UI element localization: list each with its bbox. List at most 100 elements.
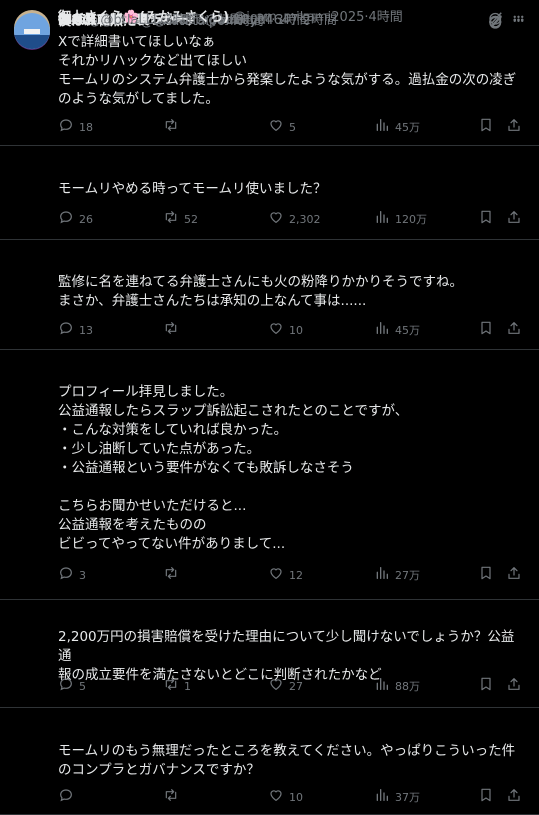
post-header: IIIIiiK @btlaLLL·3時間 bbox=[58, 12, 469, 30]
reply-feed: 海人 @allexs05327873·3時間 ••• Xで詳細書いてほしいなぁ それ… bbox=[0, 0, 539, 815]
bookmark-button[interactable] bbox=[478, 211, 494, 229]
views-button[interactable]: 45万 bbox=[374, 119, 420, 137]
bookmark-icon bbox=[478, 787, 494, 809]
bookmark-button[interactable] bbox=[478, 567, 494, 585]
share-upload-icon bbox=[506, 565, 522, 587]
reply-button[interactable]: 26 bbox=[58, 211, 93, 229]
replie-count: 13 bbox=[79, 324, 93, 337]
post-text: モームリやめる時ってモームリ使いました？ bbox=[58, 181, 327, 197]
action-bar: 13 10 45万 bbox=[58, 322, 528, 340]
share-button[interactable] bbox=[506, 119, 522, 137]
reply-button[interactable]: 3 bbox=[58, 567, 86, 585]
share-upload-icon bbox=[506, 117, 522, 139]
repost-arrows-icon bbox=[163, 320, 179, 342]
reply-post[interactable]: IIIIiiK @btlaLLL·3時間 ••• モームリのもう無理だったところを教… bbox=[0, 13, 539, 815]
post-text: モームリのもう無理だったところを教えてください。やっぱりこういった件 のコンプラ… bbox=[58, 743, 516, 778]
action-bar: 10 37万 bbox=[58, 789, 528, 807]
bookmark-icon bbox=[478, 209, 494, 231]
speech-bubble-icon bbox=[58, 209, 74, 231]
avatar[interactable] bbox=[14, 13, 50, 49]
like-button[interactable]: 10 bbox=[268, 322, 303, 340]
repost-button[interactable]: 52 bbox=[163, 211, 198, 229]
reply-button[interactable]: 5 bbox=[58, 678, 86, 696]
speech-bubble-icon bbox=[58, 320, 74, 342]
bar-chart-icon bbox=[374, 320, 390, 342]
like-count: 5 bbox=[289, 121, 296, 134]
share-upload-icon bbox=[506, 320, 522, 342]
bookmark-icon bbox=[478, 565, 494, 587]
bar-chart-icon bbox=[374, 117, 390, 139]
views-button[interactable]: 45万 bbox=[374, 322, 420, 340]
views-button[interactable]: 120万 bbox=[374, 211, 427, 229]
replie-count: 3 bbox=[79, 569, 86, 582]
heart-icon bbox=[268, 676, 284, 698]
views-button[interactable]: 88万 bbox=[374, 678, 420, 696]
timestamp[interactable]: 3時間 bbox=[164, 13, 198, 28]
reply-button[interactable]: 13 bbox=[58, 322, 93, 340]
bar-chart-icon bbox=[374, 676, 390, 698]
user-handle[interactable]: @btlaLLL bbox=[100, 13, 160, 28]
repost-button[interactable] bbox=[163, 567, 184, 585]
reply-post[interactable]: 名も無き路地裏 @ontheroad100fff·3時間 ••• 監修に名を連ねてる… bbox=[0, 13, 539, 350]
bookmark-button[interactable] bbox=[478, 119, 494, 137]
views-button[interactable]: 27万 bbox=[374, 567, 420, 585]
view-count: 45万 bbox=[395, 324, 420, 337]
reply-post[interactable]: 僕は、職無だ @tatatataipo·4時間 ••• モームリやめる時ってモームリ… bbox=[0, 14, 539, 240]
action-bar: 18 5 45万 bbox=[58, 119, 528, 137]
bar-chart-icon bbox=[374, 787, 390, 809]
action-bar: 3 12 27万 bbox=[58, 567, 528, 585]
share-upload-icon bbox=[506, 676, 522, 698]
bar-chart-icon bbox=[374, 209, 390, 231]
repost-button[interactable] bbox=[163, 322, 184, 340]
replie-count: 26 bbox=[79, 213, 93, 226]
share-upload-icon bbox=[506, 787, 522, 809]
heart-icon bbox=[268, 320, 284, 342]
repost-count: 1 bbox=[184, 680, 191, 693]
share-button[interactable] bbox=[506, 789, 522, 807]
more-dots-icon[interactable]: ••• bbox=[509, 12, 527, 30]
bookmark-button[interactable] bbox=[478, 678, 494, 696]
bookmark-icon bbox=[478, 676, 494, 698]
grok-slash-icon[interactable] bbox=[487, 12, 505, 30]
share-upload-icon bbox=[506, 209, 522, 231]
replie-count: 18 bbox=[79, 121, 93, 134]
repost-button[interactable]: 1 bbox=[163, 678, 191, 696]
share-button[interactable] bbox=[506, 678, 522, 696]
share-button[interactable] bbox=[506, 322, 522, 340]
heart-icon bbox=[268, 117, 284, 139]
reply-post[interactable]: 御上さくら🌸(みかみさくら) @i_am_mikami2025·4時間 ••• 2,… bbox=[0, 10, 539, 708]
view-count: 120万 bbox=[395, 213, 427, 226]
view-count: 88万 bbox=[395, 680, 420, 693]
post-text: 監修に名を連ねてる弁護士さんにも火の粉降りかかりそうですね。 まさか、弁護士さん… bbox=[58, 274, 463, 309]
repost-button[interactable] bbox=[163, 119, 184, 137]
speech-bubble-icon bbox=[58, 787, 74, 809]
post-text: プロフィール拝見しました。 公益通報したらスラップ訴訟起こされたとのことですが、… bbox=[58, 384, 409, 552]
speech-bubble-icon bbox=[58, 676, 74, 698]
bookmark-button[interactable] bbox=[478, 322, 494, 340]
heart-icon bbox=[268, 787, 284, 809]
action-bar: 5 1 27 88万 bbox=[58, 678, 528, 696]
bookmark-icon bbox=[478, 320, 494, 342]
speech-bubble-icon bbox=[58, 117, 74, 139]
like-button[interactable]: 10 bbox=[268, 789, 303, 807]
views-button[interactable]: 37万 bbox=[374, 789, 420, 807]
reply-button[interactable]: 18 bbox=[58, 119, 93, 137]
view-count: 37万 bbox=[395, 791, 420, 804]
display-name[interactable]: IIIIiiK bbox=[58, 13, 96, 28]
repost-arrows-icon bbox=[163, 565, 179, 587]
share-button[interactable] bbox=[506, 211, 522, 229]
share-button[interactable] bbox=[506, 567, 522, 585]
like-button[interactable]: 2,302 bbox=[268, 211, 321, 229]
replie-count: 5 bbox=[79, 680, 86, 693]
repost-button[interactable] bbox=[163, 789, 184, 807]
reply-button[interactable] bbox=[58, 789, 79, 807]
like-count: 2,302 bbox=[289, 213, 321, 226]
repost-arrows-icon bbox=[163, 787, 179, 809]
reply-post[interactable]: ニガヨモギ（アラサー） @benkyo4647·2時間 ••• プロフィール拝見しま… bbox=[0, 13, 539, 600]
like-button[interactable]: 27 bbox=[268, 678, 303, 696]
like-button[interactable]: 5 bbox=[268, 119, 296, 137]
post-text: Xで詳細書いてほしいなぁ それかリハックなど出てほしい モームリのシステム弁護士… bbox=[58, 34, 517, 107]
like-button[interactable]: 12 bbox=[268, 567, 303, 585]
heart-icon bbox=[268, 209, 284, 231]
bookmark-button[interactable] bbox=[478, 789, 494, 807]
